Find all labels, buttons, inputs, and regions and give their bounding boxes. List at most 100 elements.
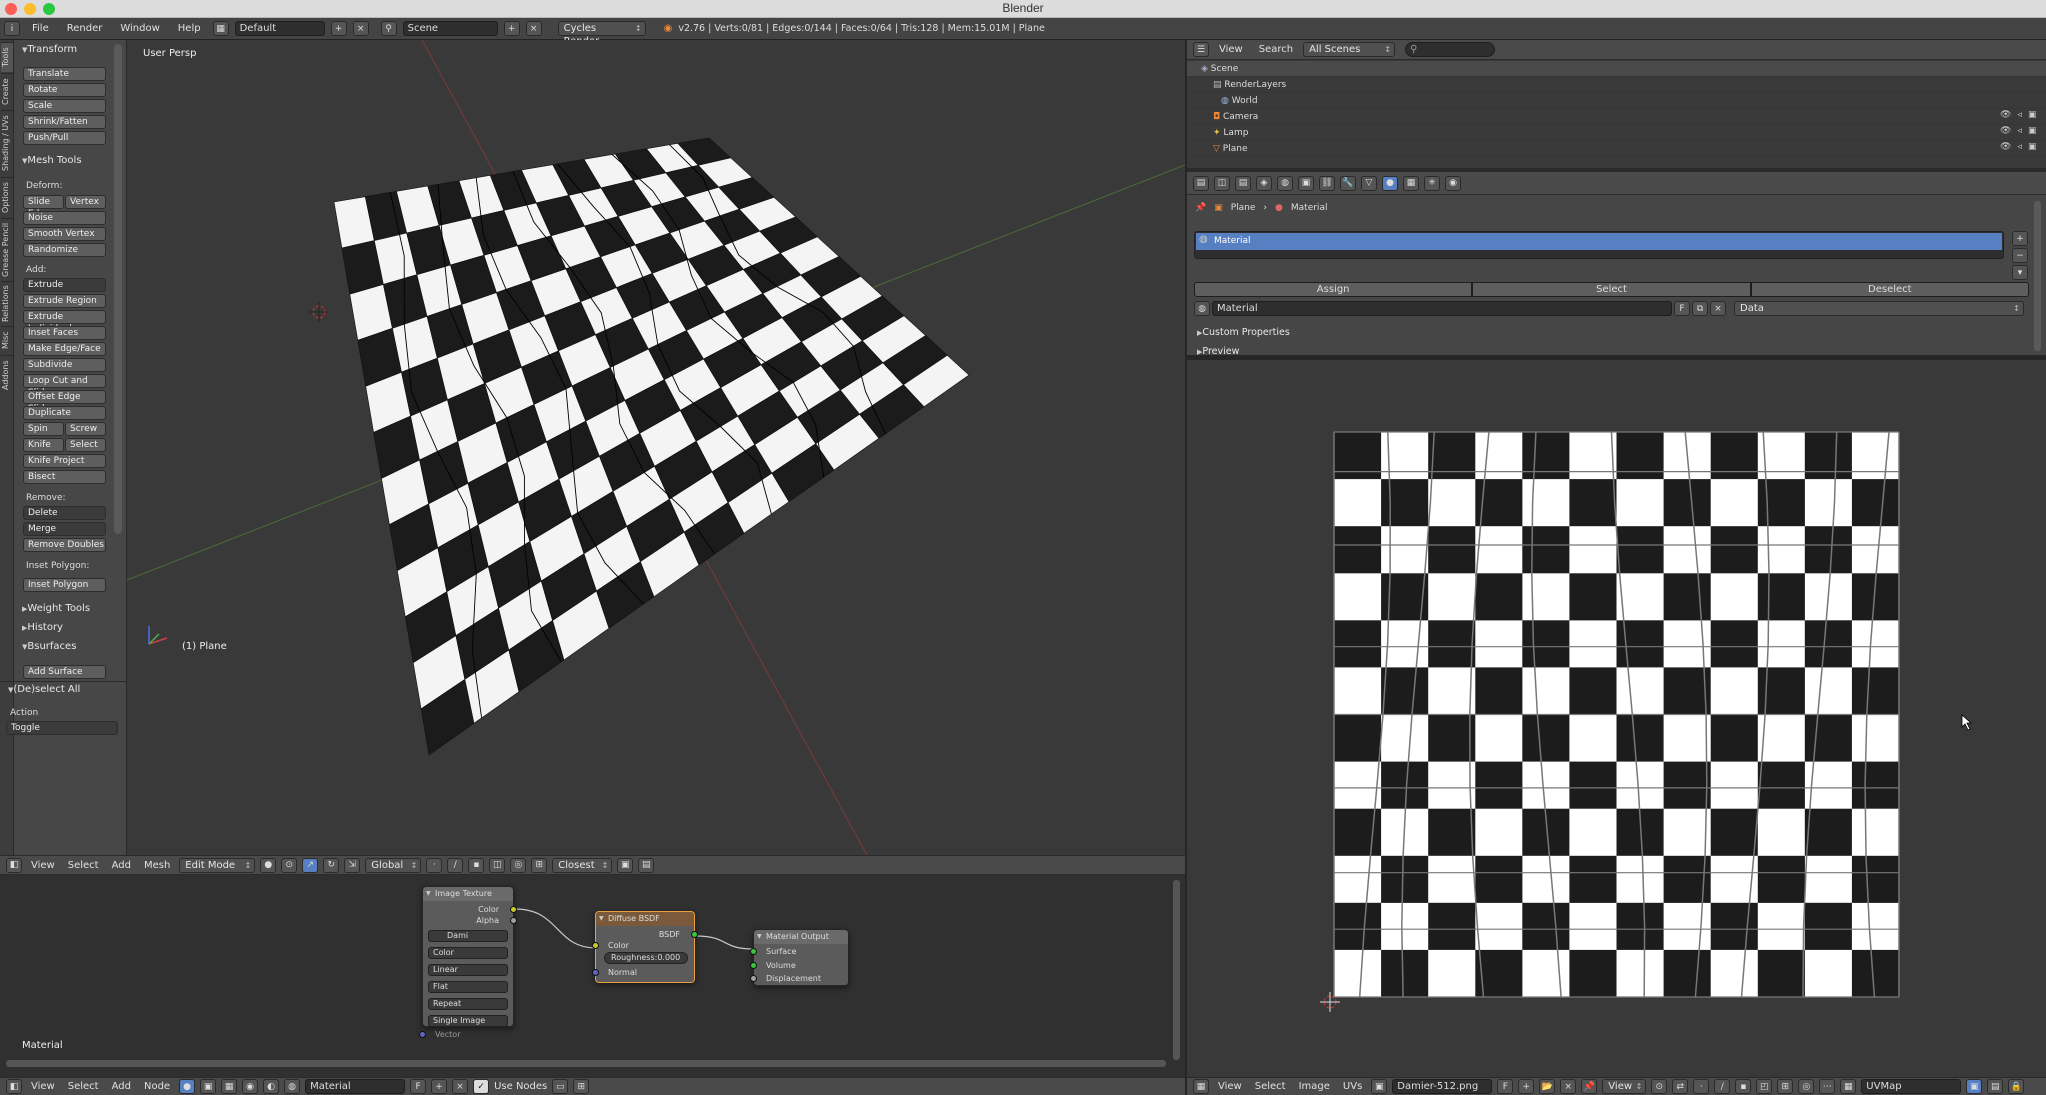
material-slot-item[interactable]: Material: [1196, 233, 2002, 250]
custom-properties-panel-header[interactable]: Custom Properties: [1197, 327, 1289, 338]
remove-material-slot-button[interactable]: −: [2012, 248, 2028, 263]
vector-input-socket[interactable]: [419, 1031, 426, 1038]
extrude-individual-button[interactable]: Extrude Individual: [23, 310, 106, 334]
material-slot-specials-button[interactable]: ▾: [2012, 265, 2028, 280]
snap-target-select[interactable]: Closest: [552, 857, 613, 873]
operator-panel-header[interactable]: (De)select All: [8, 684, 80, 695]
unlink-image-button[interactable]: ×: [1560, 1079, 1577, 1094]
uv-canvas[interactable]: [1187, 360, 2046, 1077]
merge-menu[interactable]: Merge: [23, 522, 106, 536]
bsurfaces-panel-header[interactable]: Bsurfaces: [22, 641, 76, 652]
material-browse-icon[interactable]: ◍: [1194, 301, 1210, 316]
outliner-row-world[interactable]: ◍ World: [1187, 93, 2046, 109]
add-screen-button[interactable]: +: [330, 21, 347, 36]
slide-vertex-button[interactable]: Vertex: [65, 195, 106, 209]
uv-snap-icon[interactable]: ⋯: [1819, 1079, 1836, 1094]
action-select[interactable]: Toggle: [6, 721, 118, 735]
surface-input-socket[interactable]: [750, 948, 757, 955]
node-material-add-button[interactable]: +: [431, 1079, 448, 1094]
mode-select[interactable]: Edit Mode: [179, 857, 256, 873]
node-material-field[interactable]: Material: [305, 1079, 406, 1094]
add-surface-button[interactable]: Add Surface: [23, 665, 106, 679]
scene-tab-icon[interactable]: ◈: [1256, 175, 1272, 191]
editor-type-3d-icon[interactable]: ◧: [6, 857, 22, 873]
render-animation-icon[interactable]: ▤: [638, 857, 655, 873]
modifiers-tab-icon[interactable]: 🔧: [1340, 175, 1356, 191]
noise-button[interactable]: Noise: [23, 211, 106, 225]
spin-button[interactable]: Spin: [23, 422, 64, 436]
editor-type-properties-icon[interactable]: ▤: [1193, 175, 1209, 191]
bsdf-output-socket[interactable]: [691, 931, 698, 938]
uv-vertex-select-icon[interactable]: ·: [1693, 1079, 1710, 1094]
outliner-row-renderlayers[interactable]: ▤ RenderLayers: [1187, 77, 2046, 93]
uv-sticky-select-icon[interactable]: ⊞: [1777, 1079, 1794, 1094]
duplicate-button[interactable]: Duplicate: [23, 406, 106, 420]
tab-options[interactable]: Options: [1, 177, 13, 217]
offset-edge-slide-button[interactable]: Offset Edge Slide: [23, 390, 106, 414]
pivot-point-icon[interactable]: ⊙: [281, 857, 298, 873]
remove-doubles-button[interactable]: Remove Doubles: [23, 538, 106, 552]
knife-select-button[interactable]: Select: [65, 438, 106, 452]
material-browse-icon[interactable]: ◍: [284, 1079, 301, 1094]
uv-pivot-icon[interactable]: ⊙: [1651, 1079, 1668, 1094]
world-tab-icon[interactable]: ◍: [1277, 175, 1293, 191]
physics-tab-icon[interactable]: ◉: [1445, 175, 1461, 191]
face-select-icon[interactable]: ▪: [468, 857, 485, 873]
scale-button[interactable]: Scale: [23, 99, 106, 113]
uv-map-icon[interactable]: ▦: [1840, 1079, 1857, 1094]
image-browse-widget[interactable]: Dami: [428, 930, 508, 942]
image-name-field[interactable]: Dami: [447, 931, 468, 940]
inset-polygon-button[interactable]: Inset Polygon: [23, 578, 106, 592]
diffuse-bsdf-node-title[interactable]: Diffuse BSDF: [596, 912, 694, 926]
node-editor[interactable]: Image Texture Color Alpha Dami Color Lin…: [0, 875, 1185, 1077]
fake-user-button[interactable]: F: [1674, 301, 1690, 316]
uv-island-select-icon[interactable]: ◰: [1756, 1079, 1773, 1094]
manipulator-translate-icon[interactable]: ↗: [302, 857, 319, 873]
extrude-menu[interactable]: Extrude: [23, 278, 106, 292]
node-material-fake-user-button[interactable]: F: [410, 1079, 427, 1094]
uv-edge-select-icon[interactable]: /: [1714, 1079, 1731, 1094]
add-material-slot-button[interactable]: +: [2012, 231, 2028, 246]
shader-nodes-icon[interactable]: ●: [179, 1079, 196, 1094]
uv-map-field[interactable]: UVMap: [1861, 1079, 1962, 1094]
deselect-material-button[interactable]: Deselect: [1750, 282, 2029, 297]
constraints-tab-icon[interactable]: ⛓: [1319, 175, 1335, 191]
new-material-button[interactable]: ⧉: [1692, 301, 1708, 316]
texture-tab-icon[interactable]: ▦: [1403, 175, 1419, 191]
tab-misc[interactable]: Misc: [1, 326, 13, 354]
tool-shelf-scrollbar[interactable]: [114, 44, 122, 534]
transform-orientation-select[interactable]: Global: [365, 857, 422, 873]
extension-select[interactable]: Repeat: [428, 998, 508, 1010]
menu-help[interactable]: Help: [172, 23, 207, 34]
color-output-socket[interactable]: [510, 906, 517, 913]
scene-icon[interactable]: ⚲: [380, 21, 397, 36]
roughness-slider[interactable]: Roughness:0.000: [604, 952, 688, 964]
texture-nodes-icon[interactable]: ▦: [221, 1079, 238, 1094]
select-material-button[interactable]: Select: [1472, 282, 1751, 297]
compositing-nodes-icon[interactable]: ▣: [200, 1079, 217, 1094]
shrink-fatten-button[interactable]: Shrink/Fatten: [23, 115, 106, 129]
screen-layout-icon[interactable]: ▦: [212, 21, 229, 36]
knife-project-button[interactable]: Knife Project: [23, 454, 106, 468]
image-name-input[interactable]: Damier-512.png: [1392, 1079, 1493, 1094]
menu-window[interactable]: Window: [114, 23, 165, 34]
outliner-display-mode-select[interactable]: All Scenes: [1303, 42, 1396, 57]
diffuse-bsdf-node[interactable]: Diffuse BSDF BSDF Color Roughness:0.000 …: [592, 911, 698, 983]
plane-visibility-icons[interactable]: 👁◃▣: [2000, 142, 2042, 152]
object-tab-icon[interactable]: ▣: [1298, 175, 1314, 191]
rotate-button[interactable]: Rotate: [23, 83, 106, 97]
uv-sync-selection-icon[interactable]: ⇄: [1672, 1079, 1689, 1094]
scene-field[interactable]: Scene: [402, 21, 498, 36]
render-layers-tab-icon[interactable]: ▤: [1235, 175, 1251, 191]
node-menu-node[interactable]: Node: [140, 1081, 174, 1092]
uv-menu-image[interactable]: Image: [1295, 1081, 1334, 1092]
manipulator-rotate-icon[interactable]: ↻: [323, 857, 340, 873]
source-select[interactable]: Single Image: [428, 1015, 508, 1027]
viewport-menu-view[interactable]: View: [27, 860, 59, 871]
material-slot-list[interactable]: Material ◍: [1194, 231, 2004, 259]
use-nodes-checkbox[interactable]: ✓: [473, 1079, 490, 1094]
history-panel-header[interactable]: History: [22, 622, 63, 633]
tab-addons[interactable]: Addons: [1, 355, 13, 395]
interpolation-select[interactable]: Linear: [428, 964, 508, 976]
tab-create[interactable]: Create: [1, 73, 13, 109]
